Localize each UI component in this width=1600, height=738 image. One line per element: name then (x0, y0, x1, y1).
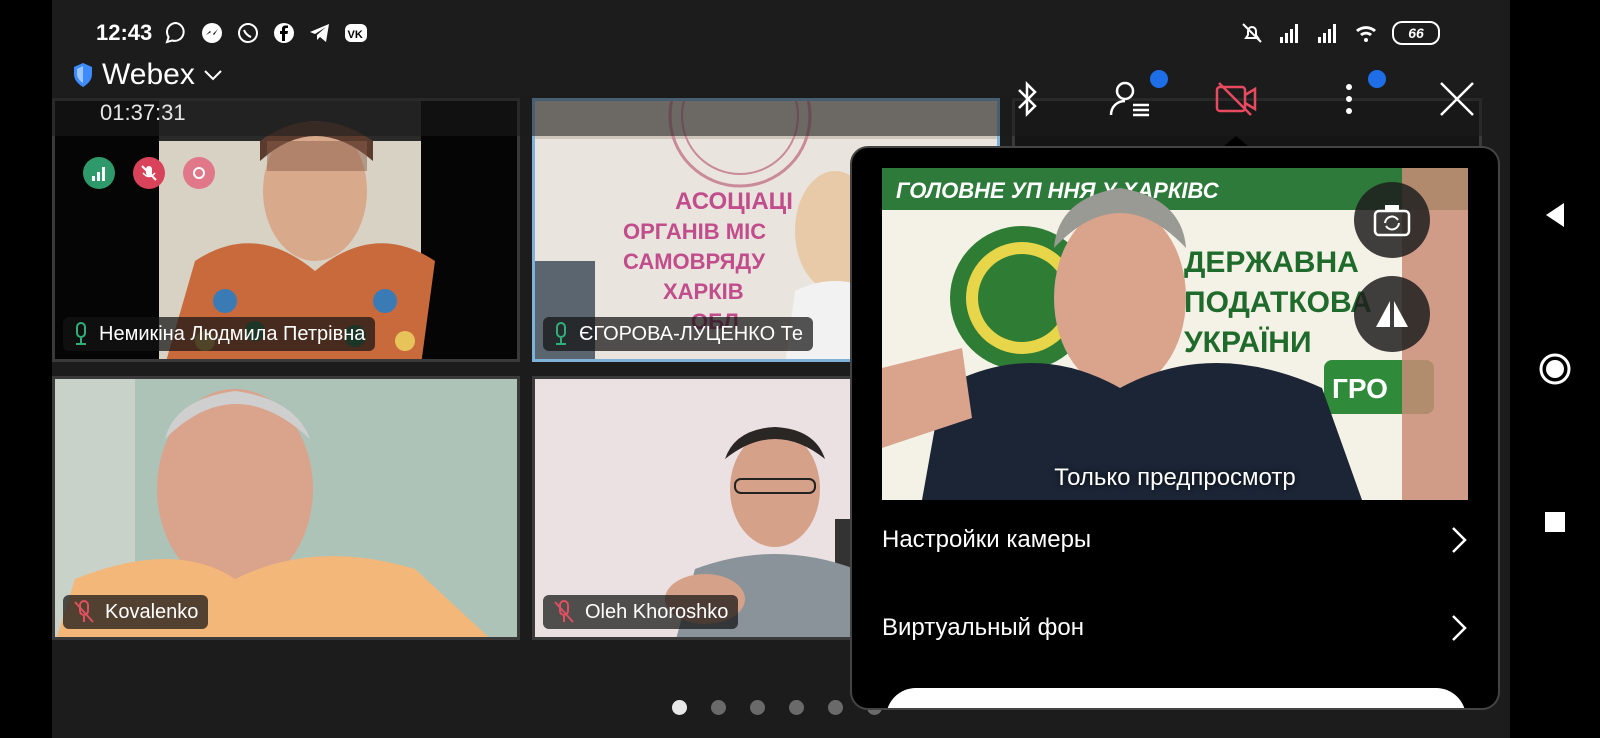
back-icon (1546, 203, 1564, 227)
participant-name: Немикіна Людмила Петрівна (99, 322, 366, 345)
banner-text: ГОЛОВНЕ УП ННЯ У ХАРКІВС (896, 178, 1220, 203)
telegram-icon (310, 24, 330, 42)
sign-text: ОРГАНІВ МІС (623, 219, 766, 244)
participant-name: Kovalenko (105, 600, 199, 623)
recents-button[interactable] (1530, 497, 1580, 547)
virtual-background-item[interactable]: Виртуальный фон (882, 606, 1468, 650)
camera-toggle-button[interactable] (1210, 72, 1264, 126)
sign-text: ГРО (1332, 373, 1388, 404)
camera-off-icon (1215, 82, 1257, 116)
close-icon (1440, 82, 1474, 116)
page-dot[interactable] (750, 700, 765, 715)
page-indicator[interactable] (672, 700, 882, 715)
meeting-timer: 01:37:31 (100, 100, 186, 125)
recents-icon (1545, 512, 1565, 532)
sign-text: САМОВРЯДУ (623, 249, 765, 274)
android-nav-bar (1510, 0, 1600, 738)
wifi-icon (1356, 26, 1376, 42)
battery-indicator: 66 (1392, 21, 1440, 45)
page-dot[interactable] (711, 700, 726, 715)
header-band (52, 96, 1482, 136)
battery-level: 66 (1408, 25, 1424, 41)
chevron-right-icon (1452, 527, 1467, 553)
page-dot[interactable] (672, 700, 687, 715)
self-view-preview: ГОЛОВНЕ УП ННЯ У ХАРКІВС ДЕРЖАВНА ПОДАТК… (882, 168, 1468, 500)
close-button[interactable] (1430, 72, 1484, 126)
back-button[interactable] (1530, 190, 1580, 240)
sign-text: УКРАЇНИ (1184, 326, 1312, 359)
primary-action-button[interactable] (886, 688, 1466, 708)
muted-mic-icon (133, 157, 165, 189)
mic-icon (76, 322, 86, 345)
signal-icon (1318, 24, 1336, 43)
video-tile[interactable]: Kovalenko (52, 376, 520, 640)
sign-text: АСОЦІАЦІ (675, 188, 793, 215)
home-button[interactable] (1530, 344, 1580, 394)
sign-text: ПОДАТКОВА (1184, 286, 1372, 319)
participants-icon (1109, 81, 1149, 117)
shield-icon (74, 63, 92, 87)
status-bar-right: 66 (1240, 18, 1440, 48)
recording-icon (183, 157, 215, 189)
participant-name-chip: Oleh Khoroshko (543, 595, 739, 629)
participant-name: Oleh Khoroshko (585, 600, 729, 623)
camera-settings-item[interactable]: Настройки камеры (882, 518, 1468, 562)
more-options-badge (1368, 70, 1386, 88)
participant-name-chip: Немикіна Людмила Петрівна (63, 317, 376, 351)
whatsapp-icon (238, 23, 259, 43)
network-icon (83, 157, 115, 189)
bluetooth-icon (1018, 80, 1037, 118)
status-bar: 12:43 VK (96, 18, 368, 48)
clock: 12:43 (96, 20, 153, 45)
chevron-right-icon (1452, 615, 1467, 641)
bluetooth-button[interactable] (1000, 72, 1054, 126)
participant-name-chip: Kovalenko (63, 595, 209, 629)
muted-mic-icon (74, 600, 94, 623)
svg-text:VK: VK (348, 29, 363, 41)
camera-switch-icon (1373, 205, 1411, 237)
more-icon (1346, 84, 1352, 114)
vk-icon: VK (345, 24, 368, 42)
facebook-icon (274, 23, 295, 43)
page-dot[interactable] (789, 700, 804, 715)
popover-pointer (1224, 136, 1248, 146)
mic-icon (556, 322, 566, 345)
app-title: Webex (102, 58, 195, 91)
menu-item-label: Настройки камеры (882, 526, 1092, 553)
participant-name-chip: ЄГОРОВА-ЛУЦЕНКО Те (543, 317, 813, 351)
video-tile[interactable]: Немикіна Людмила Петрівна (52, 98, 520, 362)
participants-badge (1150, 70, 1168, 88)
participant-name: ЄГОРОВА-ЛУЦЕНКО Те (579, 322, 803, 345)
mirror-icon (1376, 301, 1408, 327)
chevron-down-icon (204, 70, 222, 81)
mirror-view-button[interactable] (1354, 276, 1430, 352)
home-icon (1539, 353, 1571, 385)
muted-mic-icon (554, 600, 574, 623)
page-dot[interactable] (828, 700, 843, 715)
preview-only-label: Только предпросмотр (1054, 464, 1296, 491)
sign-text: ДЕРЖАВНА (1184, 246, 1359, 279)
signal-icon (1280, 24, 1298, 43)
camera-options-sheet: ГОЛОВНЕ УП ННЯ У ХАРКІВС ДЕРЖАВНА ПОДАТК… (850, 146, 1500, 710)
switch-camera-button[interactable] (1354, 182, 1430, 258)
sign-text: ХАРКІВ (663, 279, 744, 304)
app-title-dropdown[interactable]: Webex (72, 58, 223, 92)
messenger-icon (202, 23, 223, 43)
mute-bell-icon (1242, 23, 1262, 43)
menu-item-label: Виртуальный фон (882, 614, 1085, 641)
viber-icon (165, 21, 185, 44)
